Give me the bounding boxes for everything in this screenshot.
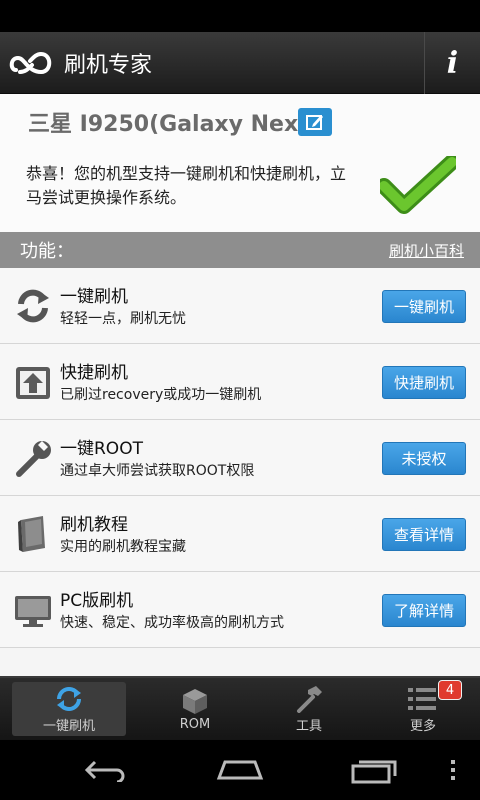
feature-title: 刷机教程 — [60, 515, 128, 535]
feature-desc: 已刷过recovery或成功一键刷机 — [60, 387, 262, 403]
edit-device-button[interactable] — [298, 108, 332, 136]
one-click-flash-button[interactable]: 一键刷机 — [382, 290, 466, 323]
home-icon — [216, 760, 264, 780]
refresh-icon — [12, 284, 54, 328]
feature-desc: 快速、稳定、成功率极高的刷机方式 — [60, 615, 284, 631]
feature-row-quick-flash[interactable]: 快捷刷机 已刷过recovery或成功一键刷机 快捷刷机 — [0, 344, 480, 420]
feature-title: PC版刷机 — [60, 591, 134, 611]
feature-desc: 通过卓大师尝试获取ROOT权限 — [60, 463, 255, 479]
back-button[interactable] — [76, 754, 136, 786]
app-logo-icon — [6, 43, 56, 83]
info-button[interactable]: i — [424, 32, 480, 94]
list-icon — [407, 685, 439, 713]
feature-desc: 轻轻一点，刷机无忧 — [60, 311, 186, 327]
upload-icon — [12, 360, 54, 404]
section-header: 功能： 刷机小百科 — [0, 232, 480, 268]
app-title: 刷机专家 — [64, 52, 153, 78]
overflow-menu-button[interactable] — [438, 754, 468, 786]
home-button[interactable] — [210, 754, 270, 786]
main-content: 三星 I9250(Galaxy Nex... 恭喜！您的机型支持一键刷机和快捷刷… — [0, 94, 480, 676]
back-icon — [84, 760, 125, 782]
feature-row-pc-flash[interactable]: PC版刷机 快速、稳定、成功率极高的刷机方式 了解详情 — [0, 572, 480, 648]
system-nav-bar — [0, 740, 480, 800]
wrench-icon — [12, 436, 54, 480]
hammer-icon — [293, 685, 325, 713]
notification-badge: 4 — [438, 680, 462, 700]
wiki-link[interactable]: 刷机小百科 — [389, 240, 464, 261]
recent-apps-button[interactable] — [344, 754, 404, 786]
device-section: 三星 I9250(Galaxy Nex... 恭喜！您的机型支持一键刷机和快捷刷… — [0, 94, 480, 232]
sync-icon — [53, 685, 85, 713]
tab-label: ROM — [179, 716, 211, 732]
tab-one-click-flash[interactable]: 一键刷机 — [12, 682, 126, 736]
app-bar: 刷机专家 i — [0, 32, 480, 94]
feature-list: 一键刷机 轻轻一点，刷机无忧 一键刷机 快捷刷机 已刷过recovery或成功一… — [0, 268, 480, 648]
root-button[interactable]: 未授权 — [382, 442, 466, 475]
feature-title: 一键ROOT — [60, 439, 143, 459]
device-name: 三星 I9250(Galaxy Nex... — [28, 112, 324, 137]
tab-more[interactable]: 更多 4 — [366, 678, 480, 740]
book-icon — [12, 512, 54, 556]
tab-tools[interactable]: 工具 — [252, 678, 366, 740]
feature-desc: 实用的刷机教程宝藏 — [60, 539, 186, 555]
tab-rom[interactable]: ROM — [138, 678, 252, 740]
feature-title: 一键刷机 — [60, 287, 128, 307]
feature-row-one-click[interactable]: 一键刷机 轻轻一点，刷机无忧 一键刷机 — [0, 268, 480, 344]
edit-icon — [306, 115, 323, 130]
tab-label: 工具 — [295, 718, 322, 734]
info-icon: i — [446, 45, 459, 81]
bottom-tab-bar: 一键刷机 ROM 工具 更多 4 — [0, 676, 480, 740]
quick-flash-button[interactable]: 快捷刷机 — [382, 366, 466, 399]
feature-title: 快捷刷机 — [60, 363, 128, 383]
recent-apps-icon — [351, 760, 397, 784]
overflow-menu-icon — [451, 760, 455, 780]
status-bar — [0, 0, 480, 32]
section-title: 功能： — [20, 241, 74, 262]
support-message: 恭喜！您的机型支持一键刷机和快捷刷机，立马尝试更换操作系统。 — [26, 164, 347, 207]
check-icon — [380, 156, 456, 214]
learn-more-button[interactable]: 了解详情 — [382, 594, 466, 627]
feature-row-tutorial[interactable]: 刷机教程 实用的刷机教程宝藏 查看详情 — [0, 496, 480, 572]
tab-label: 更多 — [409, 718, 436, 734]
feature-row-root[interactable]: 一键ROOT 通过卓大师尝试获取ROOT权限 未授权 — [0, 420, 480, 496]
view-details-button[interactable]: 查看详情 — [382, 518, 466, 551]
monitor-icon — [12, 588, 54, 632]
tab-label: 一键刷机 — [42, 718, 95, 734]
box-icon — [179, 687, 211, 715]
